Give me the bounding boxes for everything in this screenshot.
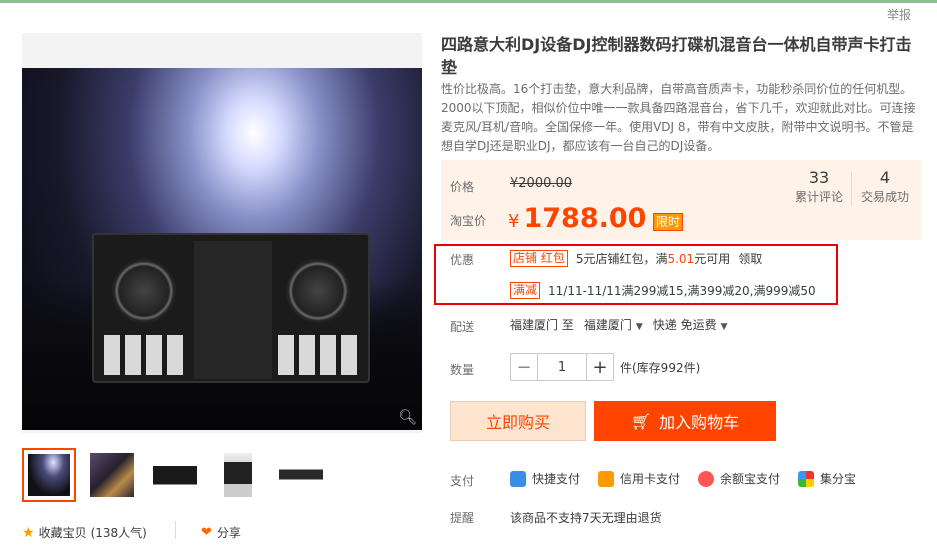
- add-to-cart-label: 加入购物车: [659, 413, 740, 432]
- payment-method-label: 信用卡支付: [620, 472, 681, 486]
- sales-label: 交易成功: [860, 190, 909, 204]
- payment-quickpay[interactable]: 快捷支付: [510, 470, 580, 487]
- ship-to-value: 福建厦门: [583, 318, 632, 332]
- reviews-label: 累计评论: [794, 190, 843, 204]
- product-title: 四路意大利DJ设备DJ控制器数码打碟机混音台一体机自带声卡打击垫: [441, 35, 912, 77]
- thumbnail-image: [279, 453, 323, 497]
- quantity-label: 数量: [450, 363, 475, 377]
- thumbnail-strip: [22, 448, 352, 502]
- reminder-label: 提醒: [450, 511, 475, 525]
- stock-info: 件(库存992件): [620, 360, 701, 375]
- favorite-label: 收藏宝贝: [38, 526, 87, 540]
- quantity-increase-button[interactable]: +: [586, 353, 614, 381]
- share-icon: ❤: [201, 525, 212, 540]
- shipping-row: 福建厦门 至 福建厦门 ▼ 快递 免运费 ▼: [510, 316, 728, 333]
- main-product-image[interactable]: 🔍︎: [22, 33, 422, 433]
- share-label: 分享: [216, 526, 241, 540]
- thumbnail-2[interactable]: [85, 448, 139, 502]
- sales-count: 4: [879, 168, 891, 187]
- favorite-button[interactable]: ★ 收藏宝贝 (138人气): [22, 524, 147, 541]
- price-label: 价格: [450, 180, 475, 194]
- dj-controller-image: [92, 233, 370, 383]
- thumbnail-image: [224, 453, 252, 497]
- top-accent-bar: [0, 0, 937, 3]
- price-panel: 价格 ¥2000.00 淘宝价 ¥ 1788.00 限时 33 累计评论 4 交…: [441, 160, 921, 240]
- original-price: ¥2000.00: [510, 176, 573, 191]
- report-link[interactable]: 举报: [887, 6, 911, 23]
- reviews-count: 33: [808, 168, 830, 187]
- product-photo: [22, 68, 422, 430]
- payment-method-label: 快捷支付: [532, 472, 581, 486]
- price-value: 1788.00: [523, 203, 647, 234]
- share-button[interactable]: ❤ 分享: [201, 524, 241, 541]
- shipping-label: 配送: [450, 320, 475, 334]
- ship-from: 福建厦门 至: [510, 318, 574, 332]
- payment-yuebao[interactable]: 余额宝支付: [698, 470, 780, 487]
- thumbnail-image: [153, 453, 197, 497]
- quantity-stepper: − 1 + 件(库存992件): [510, 353, 700, 381]
- ship-to-select[interactable]: 福建厦门 ▼: [584, 316, 643, 333]
- payment-method-label: 集分宝: [820, 472, 857, 486]
- star-icon: ★: [22, 524, 35, 541]
- caret-down-icon: ▼: [635, 322, 643, 332]
- add-to-cart-button[interactable]: 🛒︎ 加入购物车: [594, 401, 776, 441]
- caret-down-icon: ▼: [720, 322, 728, 332]
- payment-label: 支付: [450, 474, 475, 488]
- limited-time-badge: 限时: [653, 213, 684, 231]
- mixer-section: [194, 241, 272, 379]
- thumbnail-4[interactable]: [211, 448, 265, 502]
- left-pads: [104, 335, 188, 375]
- promotions-highlight-box: [434, 244, 838, 305]
- right-pads: [278, 335, 362, 375]
- thumbnail-5[interactable]: [274, 448, 328, 502]
- quickpay-icon: [510, 470, 526, 487]
- cart-icon: 🛒︎: [630, 411, 652, 431]
- quantity-decrease-button[interactable]: −: [510, 353, 538, 381]
- favorite-count: (138人气): [90, 526, 147, 540]
- yuebao-icon: [698, 470, 715, 487]
- ship-method-select[interactable]: 快递 免运费 ▼: [653, 316, 728, 333]
- payment-creditcard[interactable]: 信用卡支付: [598, 470, 680, 487]
- payment-jifenbao[interactable]: 集分宝: [798, 470, 856, 487]
- right-jog-wheel: [286, 259, 350, 323]
- reminder-text: 该商品不支持7天无理由退货: [510, 511, 662, 525]
- thumbnail-3[interactable]: [148, 448, 202, 502]
- zoom-icon[interactable]: 🔍︎: [398, 409, 417, 425]
- stats-divider: [851, 172, 852, 206]
- currency-symbol: ¥: [508, 211, 520, 232]
- payment-methods: 快捷支付 信用卡支付 余额宝支付 集分宝: [510, 470, 856, 487]
- payment-method-label: 余额宝支付: [720, 472, 781, 486]
- divider: [175, 521, 176, 539]
- creditcard-icon: [598, 470, 615, 487]
- left-jog-wheel: [112, 259, 176, 323]
- buy-now-button[interactable]: 立即购买: [450, 401, 586, 441]
- quantity-input[interactable]: 1: [538, 353, 586, 381]
- jifenbao-icon: [798, 470, 815, 487]
- sales-stat: 4 交易成功: [857, 168, 913, 206]
- product-description: 性价比极高。16个打击垫，意大利品牌，自带高音质声卡，功能秒杀同价位的任何机型。…: [441, 82, 916, 153]
- taobao-price-label: 淘宝价: [450, 214, 487, 228]
- ship-method-value: 快递 免运费: [652, 318, 717, 332]
- reviews-stat[interactable]: 33 累计评论: [791, 168, 847, 206]
- thumbnail-1[interactable]: [22, 448, 76, 502]
- thumbnail-image: [90, 453, 134, 497]
- current-price: ¥ 1788.00: [508, 203, 646, 234]
- thumbnail-image: [28, 454, 70, 496]
